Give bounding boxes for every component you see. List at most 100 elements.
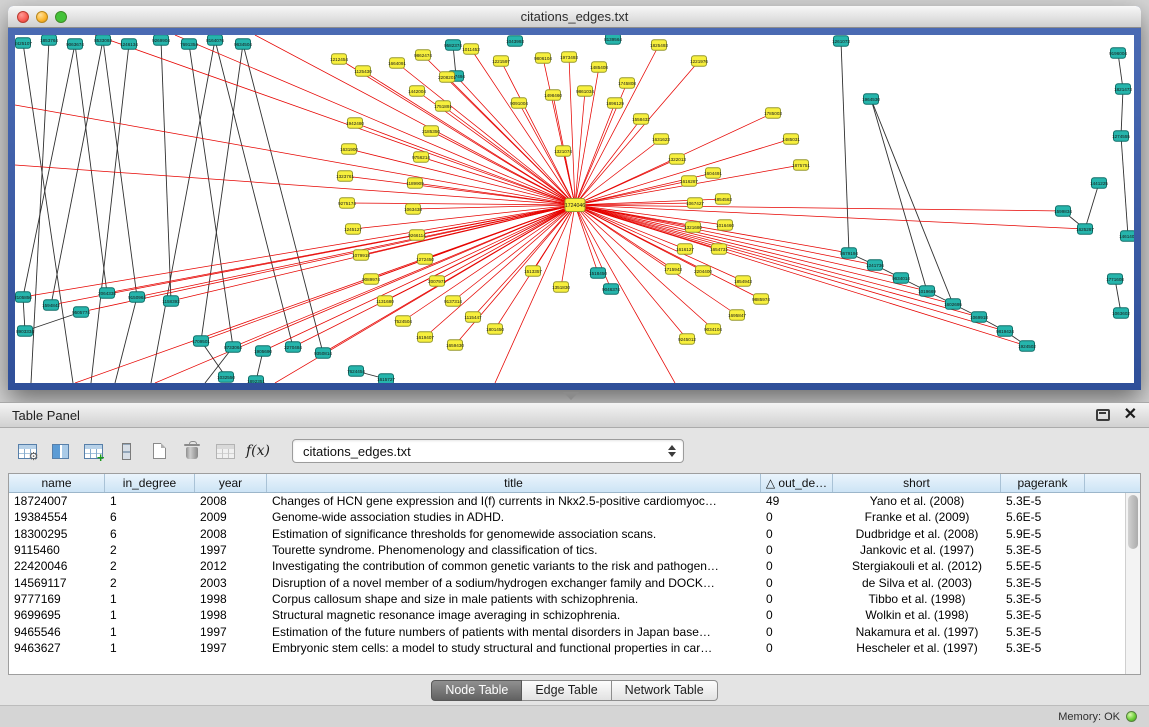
network-node-teal[interactable]: 2105850	[15, 292, 32, 303]
network-node-yellow[interactable]: 9034104	[704, 324, 722, 335]
network-node-teal[interactable]: 1518450	[589, 268, 607, 279]
network-node-yellow[interactable]: 1131680	[376, 296, 394, 307]
table-row[interactable]: 969969511998Structural magnetic resonanc…	[9, 607, 1125, 623]
network-node-teal[interactable]: 9150964	[128, 292, 146, 303]
select-rows-icon[interactable]	[111, 437, 141, 465]
network-edge[interactable]	[841, 41, 849, 253]
function-builder-icon[interactable]: f(x)	[243, 437, 273, 465]
network-edge[interactable]	[425, 205, 575, 337]
network-node-yellow[interactable]: 9806104	[534, 53, 552, 64]
network-node-teal[interactable]: 1019669	[918, 286, 936, 297]
network-node-teal[interactable]: 9196004	[1109, 48, 1127, 59]
vertical-scrollbar[interactable]	[1125, 493, 1140, 674]
network-node-yellow[interactable]: 1442004	[408, 86, 426, 97]
network-node-yellow[interactable]: 1785003	[764, 108, 782, 119]
table-row[interactable]: 946554611997Estimation of the future num…	[9, 623, 1125, 639]
network-node-yellow[interactable]: 1125430	[354, 66, 372, 77]
network-node-yellow[interactable]: 9275174	[338, 198, 356, 209]
split-pane-handle[interactable]	[563, 392, 579, 400]
network-node-yellow[interactable]: 1724046	[565, 199, 585, 212]
network-node-yellow[interactable]: 1321680	[684, 222, 702, 233]
minimize-window-button[interactable]	[36, 11, 48, 23]
network-node-yellow[interactable]: 1604491	[704, 168, 722, 179]
network-node-teal[interactable]: 8533093	[94, 35, 112, 45]
network-node-yellow[interactable]: 1659430	[446, 340, 464, 351]
network-edge[interactable]	[1085, 183, 1099, 229]
table-selector-dropdown[interactable]: citations_edges.txt	[292, 439, 684, 463]
network-node-yellow[interactable]: 1016460	[716, 220, 734, 231]
network-node-yellow[interactable]: 1513357	[524, 266, 542, 277]
network-edge[interactable]	[23, 44, 75, 297]
network-node-yellow[interactable]: 1854563	[714, 194, 732, 205]
network-edge[interactable]	[561, 205, 575, 287]
network-node-teal[interactable]: 1615727	[377, 374, 395, 383]
zoom-window-button[interactable]	[55, 11, 67, 23]
table-row[interactable]: 1872400712008Changes of HCN gene express…	[9, 493, 1125, 509]
network-node-teal[interactable]: 1599834	[1054, 206, 1072, 217]
network-node-yellow[interactable]: 1654731	[710, 244, 728, 255]
network-node-yellow[interactable]: 1751891	[434, 101, 452, 112]
tab-edge-table[interactable]: Edge Table	[522, 680, 611, 701]
network-node-yellow[interactable]: 9137314	[444, 296, 462, 307]
tab-node-table[interactable]: Node Table	[431, 680, 522, 701]
network-edge[interactable]	[1121, 89, 1123, 136]
network-node-yellow[interactable]: 1063438	[404, 204, 422, 215]
memory-status-indicator[interactable]	[1126, 711, 1137, 722]
network-node-teal[interactable]: 1069918	[970, 312, 988, 323]
network-edge[interactable]	[1121, 136, 1128, 236]
network-node-yellow[interactable]: 1351830	[552, 282, 570, 293]
network-edge[interactable]	[575, 205, 875, 265]
network-edge[interactable]	[51, 205, 575, 305]
network-node-teal[interactable]: 8139564	[604, 35, 622, 44]
close-panel-icon[interactable]: ✕	[1124, 407, 1137, 423]
network-node-teal[interactable]: 1821473	[1114, 84, 1132, 95]
network-node-teal[interactable]: 1241736	[866, 260, 884, 271]
network-edge[interactable]	[575, 205, 1063, 211]
network-edge[interactable]	[151, 40, 215, 383]
network-node-yellow[interactable]: 1631900	[340, 144, 358, 155]
network-node-teal[interactable]: 1924502	[1018, 341, 1036, 352]
network-node-yellow[interactable]: 1631623	[652, 134, 670, 145]
network-node-teal[interactable]: 1892351	[247, 376, 265, 383]
network-node-yellow[interactable]: 1067427	[686, 198, 704, 209]
network-node-yellow[interactable]: 2185350	[422, 126, 440, 137]
network-node-teal[interactable]: 1274555	[1112, 131, 1130, 142]
network-node-teal[interactable]: 9634014	[892, 273, 910, 284]
network-edge[interactable]	[575, 205, 1005, 331]
network-node-teal[interactable]: 7691354	[180, 39, 198, 50]
network-node-yellow[interactable]: 1485031	[782, 134, 800, 145]
network-edge[interactable]	[15, 105, 575, 205]
network-edge[interactable]	[81, 205, 575, 312]
network-node-yellow[interactable]: 1245127	[344, 224, 362, 235]
network-node-yellow[interactable]: 1079918	[352, 250, 370, 261]
network-node-teal[interactable]: 1441225	[1090, 178, 1108, 189]
close-window-button[interactable]	[17, 11, 29, 23]
network-node-yellow[interactable]: 1321074	[554, 146, 572, 157]
network-node-yellow[interactable]: 9089974	[362, 274, 380, 285]
network-node-teal[interactable]: 9063674	[66, 39, 84, 50]
network-node-teal[interactable]: 1602695	[944, 299, 962, 310]
network-node-teal[interactable]: 1063602	[1112, 308, 1130, 319]
network-node-teal[interactable]: 9582374	[444, 40, 462, 51]
network-node-yellow[interactable]: 1189909	[406, 178, 424, 189]
column-header-short[interactable]: short	[833, 474, 1001, 492]
network-edge[interactable]	[501, 61, 575, 205]
column-header-in_degree[interactable]: in_degree	[105, 474, 195, 492]
network-node-yellow[interactable]: 9245012	[678, 334, 696, 345]
table-row[interactable]: 1456911722003Disruption of a novel membe…	[9, 574, 1125, 590]
network-node-yellow[interactable]: 1896129	[606, 98, 624, 109]
column-header-year[interactable]: year	[195, 474, 267, 492]
network-node-teal[interactable]: 1594842	[42, 300, 60, 311]
network-node-teal[interactable]: 8733064	[224, 342, 242, 353]
network-node-teal[interactable]: 1043993	[506, 36, 524, 47]
network-node-yellow[interactable]: 1011453	[462, 44, 480, 55]
network-node-teal[interactable]: 1032550	[217, 372, 235, 383]
network-node-yellow[interactable]: 9862474	[414, 50, 432, 61]
tab-network-table[interactable]: Network Table	[612, 680, 718, 701]
network-node-yellow[interactable]: 9756214	[412, 152, 430, 163]
network-node-yellow[interactable]: 1825493	[650, 40, 668, 51]
network-node-teal[interactable]: 8903334	[16, 326, 34, 337]
column-header-out_de[interactable]: △ out_de…	[761, 474, 833, 492]
network-edge[interactable]	[575, 205, 1027, 346]
network-edge[interactable]	[115, 297, 137, 383]
